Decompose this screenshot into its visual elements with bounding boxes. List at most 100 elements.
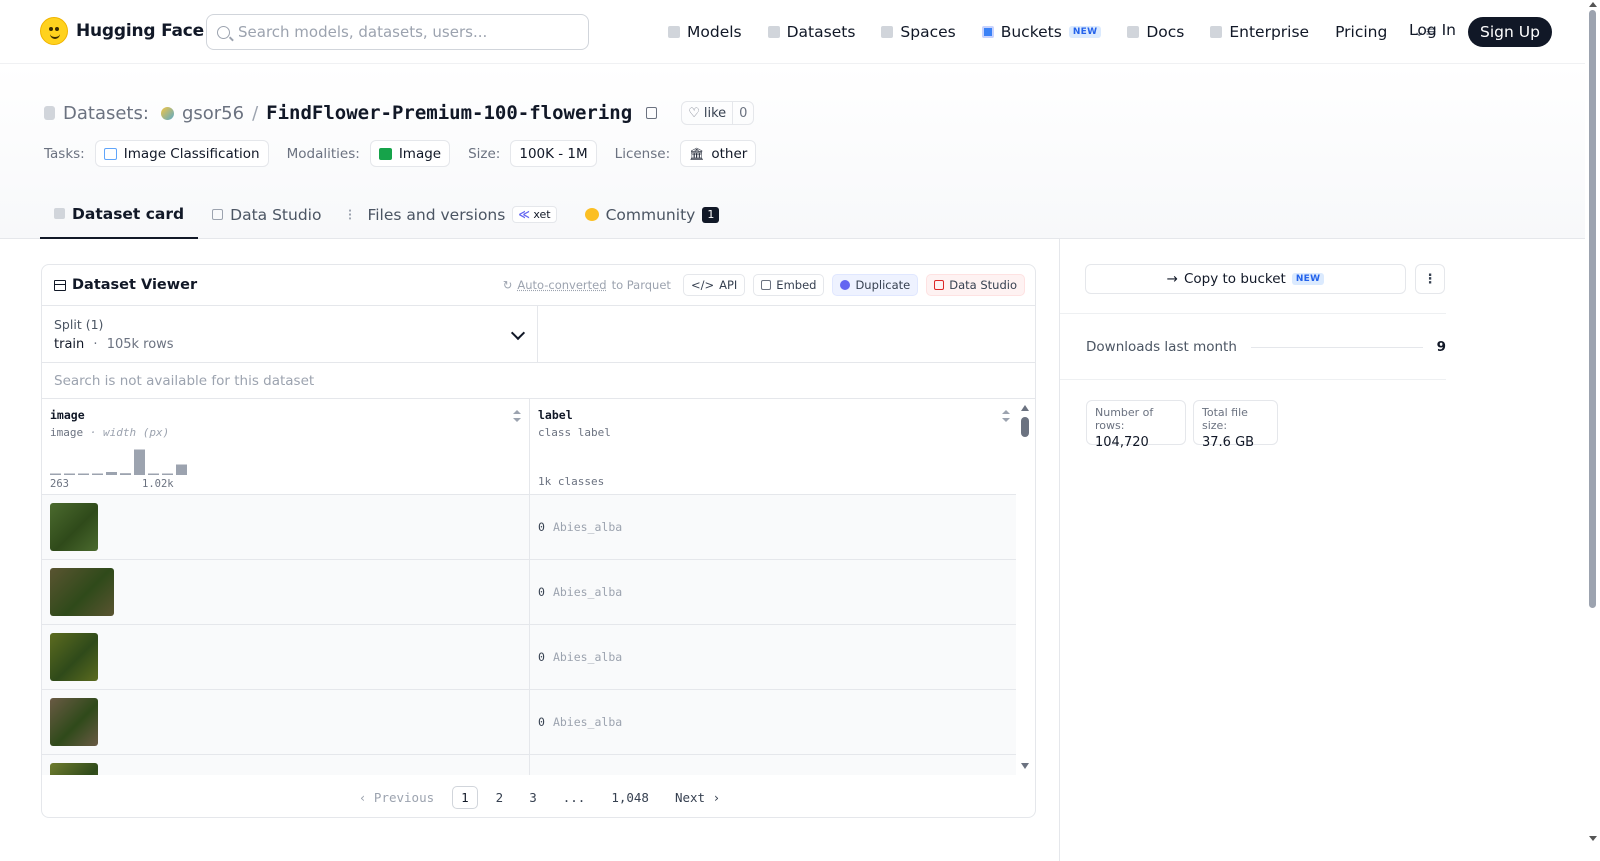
nav-enterprise[interactable]: Enterprise <box>1210 23 1309 41</box>
histogram-bar[interactable] <box>64 473 75 476</box>
copy-to-bucket-button[interactable]: → Copy to bucket NEW <box>1085 264 1406 294</box>
table-row[interactable] <box>42 755 1018 775</box>
table-row[interactable]: 0 Abies_alba <box>42 495 1018 560</box>
search-icon <box>217 25 230 39</box>
flower-thumbnail[interactable] <box>50 763 98 775</box>
label-cell <box>530 755 1018 775</box>
arrow-right-icon: → <box>1166 271 1178 287</box>
flower-thumbnail[interactable] <box>50 503 98 551</box>
license-icon: 🏛 <box>689 146 705 161</box>
task-tag[interactable]: Image Classification <box>94 140 269 167</box>
brand-logo[interactable]: Hugging Face <box>40 17 204 45</box>
next-page-button[interactable]: Next › <box>667 787 728 808</box>
copy-icon[interactable] <box>646 107 658 119</box>
label-name: Abies_alba <box>552 715 623 729</box>
tab-data-studio[interactable]: Data Studio <box>198 190 335 239</box>
size-value: 100K - 1M <box>519 145 588 162</box>
search-input[interactable] <box>238 23 568 41</box>
login-link[interactable]: Log In <box>1409 21 1456 39</box>
auto-converted-link[interactable]: Auto-converted <box>517 278 606 292</box>
modality-tag[interactable]: Image <box>369 140 451 167</box>
flower-thumbnail[interactable] <box>50 568 114 616</box>
histogram-bar[interactable] <box>162 473 173 476</box>
scroll-thumb[interactable] <box>1021 417 1029 437</box>
previous-page-button[interactable]: ‹ Previous <box>351 787 442 808</box>
table-row[interactable]: 0 Abies_alba <box>42 690 1018 755</box>
license-label: License: <box>614 145 671 162</box>
nav-pricing[interactable]: Pricing <box>1335 23 1387 41</box>
page-2-button[interactable]: 2 <box>488 787 512 808</box>
nav-datasets[interactable]: Datasets <box>767 23 855 41</box>
histogram-bar[interactable] <box>148 473 159 476</box>
flower-thumbnail[interactable] <box>50 633 98 681</box>
api-button[interactable]: </> API <box>682 274 746 296</box>
column-header-label[interactable]: label class label 1k classes <box>530 399 1018 494</box>
histogram-bar[interactable] <box>78 473 89 476</box>
nav-buckets[interactable]: Buckets NEW <box>981 23 1102 41</box>
sort-icon[interactable] <box>513 410 521 422</box>
last-page-button[interactable]: 1,048 <box>603 787 657 808</box>
column-type: image · width (px) <box>50 426 521 439</box>
license-tag[interactable]: 🏛 other <box>680 140 757 167</box>
section-label[interactable]: Datasets: <box>63 103 149 124</box>
scroll-up-icon[interactable] <box>1021 405 1029 411</box>
histogram-max: 1.02k <box>142 478 174 490</box>
label-cell: 0 Abies_alba <box>530 560 1018 624</box>
data-table: image image · width (px) 263 1.02k label… <box>42 399 1018 775</box>
duplicate-button[interactable]: Duplicate <box>832 274 919 296</box>
tasks-label: Tasks: <box>44 145 85 162</box>
signup-button[interactable]: Sign Up <box>1468 17 1552 47</box>
downloads-value: 9 <box>1436 339 1446 355</box>
repo-name[interactable]: FindFlower-Premium-100-flowering <box>266 102 632 124</box>
histogram-bar[interactable] <box>106 472 117 475</box>
table-body: 0 Abies_alba 0 Abies_alba 0 Abies_alba 0 Abies_… <box>42 495 1018 775</box>
auto-converted-note[interactable]: ↻ Auto-converted to Parquet <box>503 278 671 292</box>
tab-dataset-card[interactable]: Dataset card <box>40 190 199 239</box>
nav-models[interactable]: Models <box>668 23 742 41</box>
nav-docs[interactable]: Docs <box>1127 23 1184 41</box>
owner-avatar[interactable] <box>160 106 174 120</box>
table-row[interactable]: 0 Abies_alba <box>42 625 1018 690</box>
more-options-icon[interactable]: ⋮ <box>1415 264 1445 294</box>
table-scrollbar[interactable] <box>1016 399 1035 775</box>
file-size-value: 37.6 GB <box>1202 435 1255 450</box>
label-name: Abies_alba <box>552 520 623 534</box>
column-name: label <box>538 408 573 422</box>
scroll-down-icon[interactable] <box>1021 763 1029 769</box>
scroll-up-icon[interactable] <box>1589 2 1597 7</box>
page-scroll-thumb[interactable] <box>1589 10 1596 608</box>
scroll-down-icon[interactable] <box>1589 836 1597 841</box>
tab-files-and-versions[interactable]: Files and versions ≪ xet <box>335 190 570 239</box>
split-current: train · 105k rows <box>54 337 525 352</box>
flower-thumbnail[interactable] <box>50 698 98 746</box>
tab-community[interactable]: Community 1 <box>571 190 734 239</box>
like-button[interactable]: ♡ like 0 <box>681 101 755 125</box>
new-badge: NEW <box>1068 26 1102 38</box>
copy-to-bucket-label: Copy to bucket <box>1183 271 1286 287</box>
nav-spaces[interactable]: Spaces <box>881 23 956 41</box>
page-1-button[interactable]: 1 <box>452 785 478 809</box>
column-header-image[interactable]: image image · width (px) 263 1.02k <box>42 399 530 494</box>
histogram-bar[interactable] <box>50 473 61 476</box>
modalities-label: Modalities: <box>286 145 360 162</box>
table-header: image image · width (px) 263 1.02k label… <box>42 399 1018 495</box>
data-studio-button[interactable]: Data Studio <box>926 274 1025 296</box>
histogram-bar[interactable] <box>92 473 103 476</box>
data-studio-label: Data Studio <box>949 278 1017 292</box>
histogram-bar[interactable] <box>134 449 145 476</box>
table-row[interactable]: 0 Abies_alba <box>42 560 1018 625</box>
sort-icon[interactable] <box>1002 410 1010 422</box>
size-tag[interactable]: 100K - 1M <box>510 140 597 167</box>
label-cell: 0 Abies_alba <box>530 625 1018 689</box>
embed-button[interactable]: Embed <box>753 274 825 296</box>
histogram-bar[interactable] <box>120 473 131 475</box>
class-count: 1k classes <box>538 475 605 488</box>
histogram-bar[interactable] <box>176 464 187 476</box>
owner-link[interactable]: gsor56 <box>182 103 244 124</box>
global-search[interactable] <box>206 14 589 50</box>
page-3-button[interactable]: 3 <box>521 787 545 808</box>
page-scrollbar[interactable] <box>1585 0 1600 861</box>
image-cell <box>42 560 530 624</box>
split-selector[interactable]: Split (1) train · 105k rows <box>42 306 538 362</box>
code-icon: </> <box>690 278 715 292</box>
